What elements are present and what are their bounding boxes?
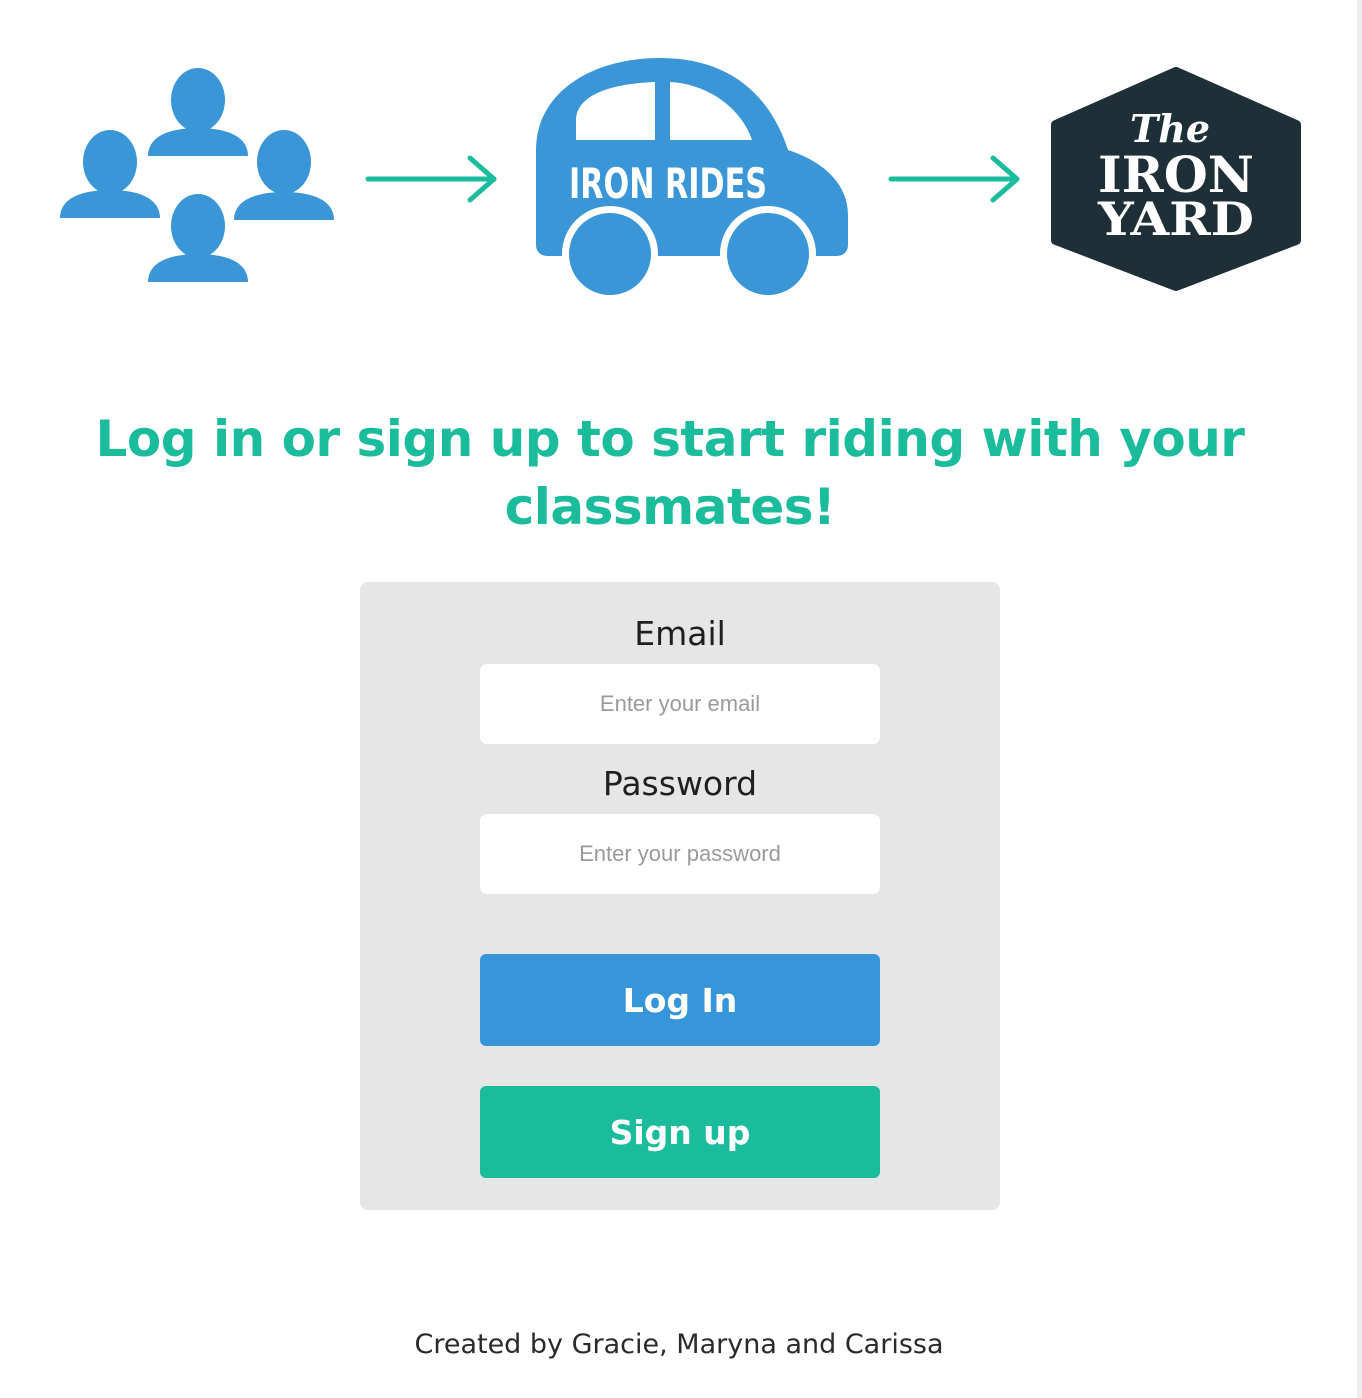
arrow-right-icon xyxy=(888,155,1020,203)
person-icon xyxy=(234,130,334,220)
email-field[interactable] xyxy=(480,664,880,744)
hero-illustration: IRON RIDES The IRON YARD xyxy=(60,58,1301,302)
headline-line-2: classmates! xyxy=(504,478,836,536)
login-button[interactable]: Log In xyxy=(480,954,880,1046)
password-label: Password xyxy=(602,764,758,803)
person-icon xyxy=(60,130,160,218)
hexagon-logo-icon: The IRON YARD xyxy=(1051,67,1301,291)
person-icon xyxy=(148,68,248,156)
car-icon: IRON RIDES xyxy=(536,58,848,302)
car-brand-text: IRON RIDES xyxy=(569,159,767,208)
password-field[interactable] xyxy=(480,814,880,894)
signup-button[interactable]: Sign up xyxy=(480,1086,880,1178)
people-group-icon xyxy=(60,68,334,282)
email-label: Email xyxy=(634,614,726,653)
headline-line-1: Log in or sign up to start riding with y… xyxy=(95,410,1245,468)
footer-credit: Created by Gracie, Maryna and Carissa xyxy=(414,1329,944,1360)
hero-banner: IRON RIDES The IRON YARD xyxy=(0,0,1362,310)
person-icon xyxy=(148,194,248,282)
login-form-card: Email Password Log In Sign up xyxy=(360,582,1000,1210)
page-headline: Log in or sign up to start riding with y… xyxy=(0,405,1340,541)
logo-yard-text: YARD xyxy=(1097,192,1254,246)
login-page: IRON RIDES The IRON YARD Log in or sign … xyxy=(0,0,1362,1398)
arrow-right-icon xyxy=(365,155,497,203)
